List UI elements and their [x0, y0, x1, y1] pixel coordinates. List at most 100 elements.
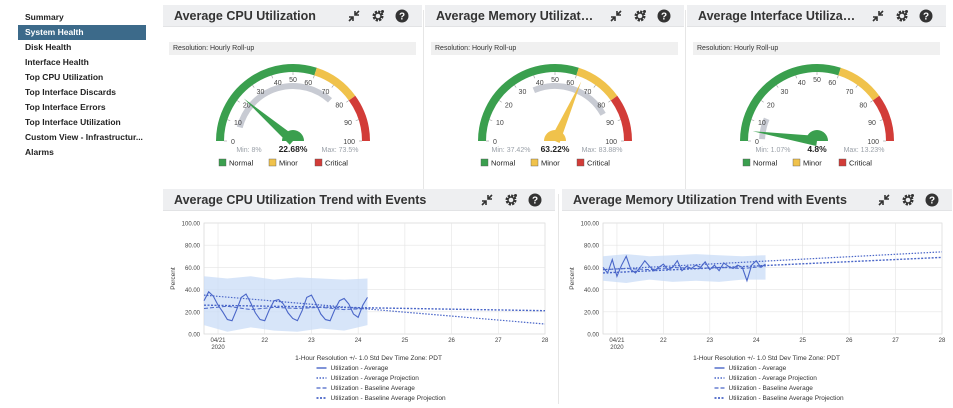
x-tick-label: 28 — [542, 338, 549, 344]
gauge-tick — [271, 75, 273, 79]
legend-label: Normal — [491, 159, 516, 168]
sidebar-item-top-interface-errors[interactable]: Top Interface Errors — [18, 100, 146, 115]
gauge-value: 22.68% — [279, 144, 308, 154]
gauge-tick-label: 70 — [322, 89, 330, 96]
gauge-tick — [355, 119, 359, 121]
gauge-tick-label: 70 — [846, 89, 854, 96]
gauge-tick-label: 90 — [868, 120, 876, 127]
gauge-tick-label: 40 — [536, 80, 544, 87]
gear-icon[interactable] — [632, 8, 648, 24]
gauge-tick — [514, 85, 517, 88]
help-icon[interactable]: ? — [656, 8, 672, 24]
x-tick-label: 25 — [799, 338, 806, 344]
gauge-tick — [331, 85, 334, 88]
legend-label: Utilization - Average — [729, 365, 787, 372]
memory-trend-panel: Average Memory Utilization Trend with Ev… — [562, 189, 952, 406]
x-tick-label: 23 — [706, 338, 713, 344]
gauge-band-critical — [872, 95, 894, 142]
gauge-tick-label: 0 — [755, 139, 759, 146]
gear-icon[interactable] — [370, 8, 386, 24]
gauge-chart: 010203040 50 6070809010022.68%Min: 8% Max: … — [216, 64, 370, 168]
gauge-tick — [346, 100, 349, 103]
panel-title: Average CPU Utilization Trend with Event… — [174, 193, 427, 207]
gauge-band-critical — [610, 95, 632, 142]
expand-icon[interactable] — [479, 192, 495, 208]
expand-icon[interactable] — [870, 8, 886, 24]
sidebar-item-system-health[interactable]: System Health — [18, 25, 146, 40]
gauge-tick-label: 50 — [813, 77, 821, 84]
gauge-min: Min: 1.07% — [755, 147, 790, 154]
sidebar-item-summary[interactable]: Summary — [18, 10, 146, 25]
gauge-chart: 0 10 20 30 40 50 60 70 80 90 100 4.8% Min: 1.07% Max:… — [740, 64, 894, 168]
gear-icon[interactable] — [894, 8, 910, 24]
expand-icon[interactable] — [876, 192, 892, 208]
help-icon[interactable]: ? — [394, 8, 410, 24]
panel-header: Average Interface Utilizatio...? — [687, 5, 946, 27]
sidebar-item-top-interface-discards[interactable]: Top Interface Discards — [18, 85, 146, 100]
legend-label: Utilization - Average Projection — [729, 375, 818, 382]
x-tick-label: 26 — [448, 338, 455, 344]
gauge-tick-label: 20 — [505, 103, 513, 110]
x-tick-label: 27 — [495, 338, 502, 344]
legend-swatch-normal — [218, 158, 227, 167]
sidebar-item-top-interface-utilization[interactable]: Top Interface Utilization — [18, 115, 146, 130]
gauge-tick-label: 20 — [767, 103, 775, 110]
panel-title: Average Interface Utilizatio... — [698, 9, 857, 23]
gear-icon[interactable] — [900, 192, 916, 208]
sidebar-item-alarms[interactable]: Alarms — [18, 145, 146, 160]
gauge-tick-label: 80 — [859, 103, 867, 110]
gauge-tick-label: 70 — [584, 89, 592, 96]
gauge-tick-label: 10 — [496, 120, 504, 127]
gauge-tick — [855, 85, 858, 88]
y-tick-label: 20.00 — [584, 310, 600, 316]
gauge-tick-label: 50 — [551, 77, 559, 84]
panel-header: Average Memory Utilization? — [425, 5, 684, 27]
sidebar-item-interface-health[interactable]: Interface Health — [18, 55, 146, 70]
interface-gauge-panel: Average Interface Utilizatio...? Resoluti… — [687, 5, 946, 185]
help-icon[interactable]: ? — [924, 192, 940, 208]
gauge-tick — [751, 119, 755, 121]
resolution-label: Resolution: Hourly Roll-up — [693, 42, 940, 55]
svg-text:?: ? — [661, 12, 667, 23]
panel-title: Average Memory Utilization — [436, 9, 595, 23]
trend-chart: 0.00 20.00 40.00 60.00 80.00 100.00 04/21 22 23 2… — [569, 222, 946, 403]
gauge-value: 4.8% — [807, 144, 827, 154]
gauge-tick-label: 30 — [519, 89, 527, 96]
legend-label: Utilization - Baseline Average — [729, 385, 814, 392]
gauge-band-normal — [740, 64, 841, 142]
help-icon[interactable]: ? — [527, 192, 543, 208]
sidebar-item-disk-health[interactable]: Disk Health — [18, 40, 146, 55]
gauge-tick-label: 100 — [867, 139, 879, 146]
legend-swatch-minor — [530, 158, 539, 167]
legend-swatch-critical — [576, 158, 585, 167]
svg-text:?: ? — [399, 12, 405, 23]
gauge-tick — [795, 75, 797, 79]
gauge-tick-label: 60 — [566, 80, 574, 87]
legend-label: Normal — [753, 159, 778, 168]
chart-footer: 1-Hour Resolution +/- 1.0 Std Dev Time Z… — [693, 355, 840, 362]
sidebar-item-custom-view[interactable]: Custom View - Infrastructur... — [18, 130, 146, 145]
x-tick-label: 24 — [753, 338, 760, 344]
x-tick-label: 04/21 — [211, 338, 227, 344]
y-tick-label: 80.00 — [584, 244, 600, 250]
gauge-tick-label: 80 — [335, 103, 343, 110]
gauge-tick — [489, 119, 493, 121]
x-tick-label: 23 — [308, 338, 315, 344]
expand-icon[interactable] — [608, 8, 624, 24]
panel-title: Average CPU Utilization — [174, 9, 316, 23]
help-icon[interactable]: ? — [918, 8, 934, 24]
gauge-tick — [761, 100, 764, 103]
gauge-hub — [806, 130, 828, 141]
y-tick-label: 60.00 — [584, 266, 600, 272]
expand-icon[interactable] — [346, 8, 362, 24]
gauge-tick-label: 40 — [274, 80, 282, 87]
sidebar-item-top-cpu-utilization[interactable]: Top CPU Utilization — [18, 70, 146, 85]
panel-divider — [685, 10, 686, 190]
x-tick-label: 25 — [402, 338, 409, 344]
y-tick-label: 0.00 — [587, 333, 599, 339]
gauge-tick-label: 60 — [828, 80, 836, 87]
y-tick-label: 0.00 — [188, 333, 200, 339]
panel-header: Average Memory Utilization Trend with Ev… — [562, 189, 952, 211]
gauge-max: Max: 13.23% — [844, 147, 885, 154]
gear-icon[interactable] — [503, 192, 519, 208]
